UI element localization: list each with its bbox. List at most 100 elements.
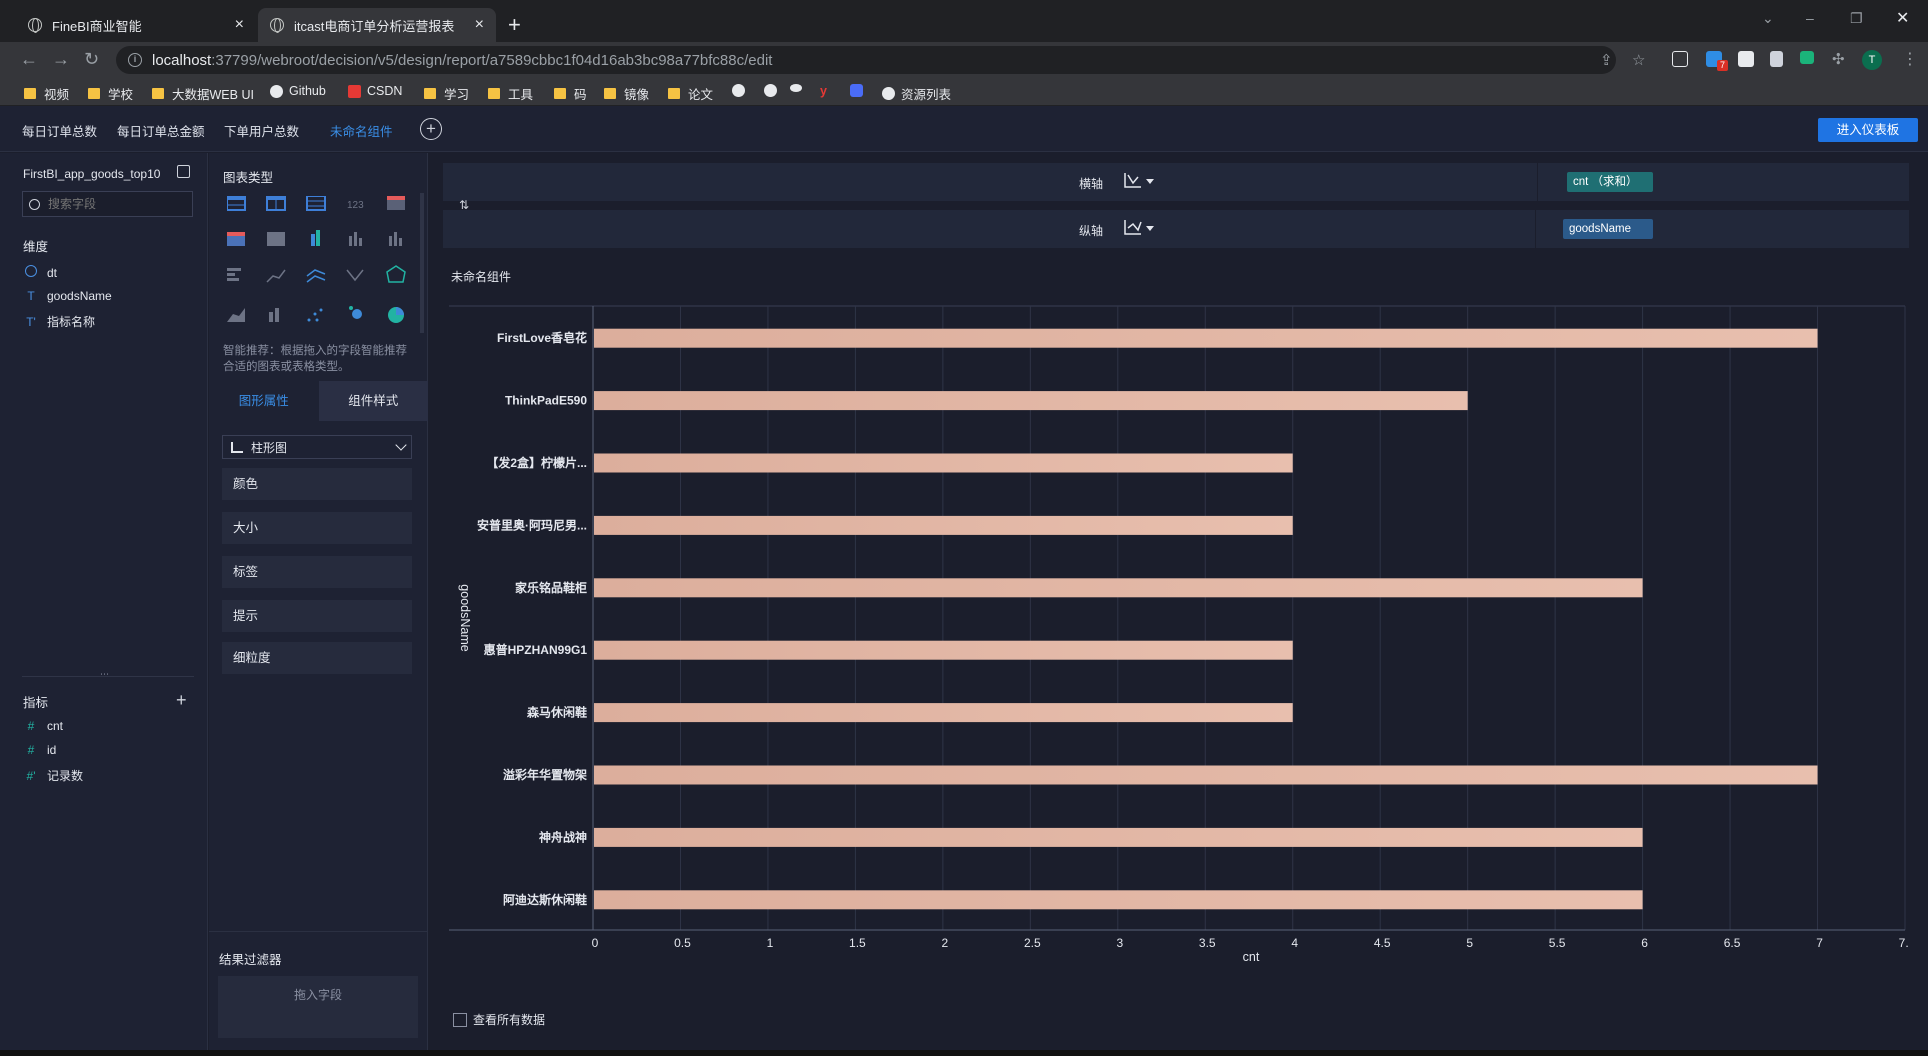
- axis-chart-icon[interactable]: [1123, 171, 1143, 189]
- bookmark-item[interactable]: 大数据WEB UI: [152, 84, 254, 103]
- extension-icon[interactable]: [1770, 51, 1783, 67]
- minimize-icon[interactable]: –: [1806, 10, 1814, 26]
- prop-tooltip[interactable]: 提示: [222, 600, 412, 632]
- kpi-number-icon[interactable]: 123: [347, 200, 364, 211]
- switch-dataset-icon[interactable]: [177, 165, 190, 178]
- bookmark-item[interactable]: 工具: [488, 84, 533, 103]
- bookmark-item[interactable]: CSDN: [348, 84, 402, 98]
- share-icon[interactable]: ⇪: [1600, 51, 1613, 69]
- profile-avatar[interactable]: T: [1862, 50, 1882, 70]
- property-tabs: 图形属性 组件样式: [209, 381, 428, 421]
- measure-field-cnt[interactable]: # cnt: [24, 719, 63, 733]
- bookmark-item[interactable]: 学习: [424, 84, 469, 103]
- line-chart-icon[interactable]: [306, 269, 326, 283]
- prop-label[interactable]: 标签: [222, 556, 412, 588]
- field-search-input[interactable]: [48, 197, 178, 211]
- pie-chart-icon[interactable]: [388, 307, 404, 323]
- tab-unnamed-component[interactable]: 未命名组件: [330, 121, 393, 140]
- yuque-icon[interactable]: y: [820, 84, 827, 98]
- bubble-chart-icon[interactable]: [349, 306, 362, 319]
- x-axis-field-pill[interactable]: cnt （求和）: [1567, 172, 1653, 192]
- stacked-column-icon[interactable]: [269, 308, 279, 322]
- globe-icon[interactable]: [764, 84, 783, 97]
- y-axis-field-pill[interactable]: goodsName: [1563, 219, 1653, 239]
- cloud-icon[interactable]: [790, 84, 808, 92]
- new-tab-button[interactable]: +: [508, 12, 521, 38]
- browser-menu-icon[interactable]: ⋮: [1902, 49, 1918, 69]
- dimension-field-goodsname[interactable]: T goodsName: [24, 289, 111, 303]
- extensions-puzzle-icon[interactable]: ✣: [1832, 50, 1845, 68]
- dimension-field-metric-name[interactable]: T' 指标名称: [24, 313, 95, 330]
- enter-dashboard-button[interactable]: 进入仪表板: [1818, 118, 1918, 142]
- browser-tab-finebi[interactable]: FineBI商业智能 ×: [16, 8, 256, 42]
- caret-down-icon[interactable]: [1146, 179, 1154, 184]
- multi-bar-icon[interactable]: [389, 232, 402, 246]
- resize-handle-icon[interactable]: ⋯: [100, 669, 109, 680]
- extension-icon[interactable]: [1738, 51, 1754, 67]
- add-measure-icon[interactable]: +: [176, 690, 187, 711]
- bookmark-item[interactable]: 资源列表: [882, 84, 951, 103]
- panel-divider: [22, 676, 194, 677]
- tab-order-users[interactable]: 下单用户总数: [224, 121, 299, 140]
- bookmark-star-icon[interactable]: ☆: [1632, 51, 1645, 69]
- tab-daily-orders[interactable]: 每日订单总数: [22, 121, 97, 140]
- google-icon[interactable]: [732, 84, 751, 97]
- bookmark-item[interactable]: 视频: [24, 84, 69, 103]
- csdn-icon: [348, 84, 361, 98]
- measure-field-record-count[interactable]: #' 记录数: [24, 767, 84, 784]
- extension-icon[interactable]: [1672, 51, 1688, 67]
- tab-daily-order-amount[interactable]: 每日订单总金额: [117, 121, 205, 140]
- grouped-bar-icon[interactable]: [311, 230, 320, 246]
- map-table-icon[interactable]: [227, 232, 245, 246]
- bar: [594, 703, 1293, 723]
- text-widget-icon[interactable]: [387, 196, 405, 210]
- bookmark-item[interactable]: 镜像: [604, 84, 649, 103]
- prop-color[interactable]: 颜色: [222, 468, 412, 500]
- tab-graphic-properties[interactable]: 图形属性: [209, 381, 319, 421]
- forward-icon[interactable]: →: [52, 49, 70, 70]
- window-close-icon[interactable]: ✕: [1896, 8, 1909, 28]
- y-axis-row[interactable]: 纵轴 goodsName: [443, 210, 1909, 248]
- image-widget-icon[interactable]: [267, 232, 285, 246]
- x-axis-row[interactable]: 横轴 cnt （求和）: [443, 163, 1909, 201]
- bookmark-item[interactable]: 学校: [88, 84, 133, 103]
- caret-down-icon[interactable]: [1146, 226, 1154, 231]
- restore-icon[interactable]: ❐: [1850, 10, 1863, 27]
- prop-size[interactable]: 大小: [222, 512, 412, 544]
- dimension-field-dt[interactable]: dt: [24, 265, 57, 280]
- prop-granularity[interactable]: 细粒度: [222, 642, 412, 674]
- radar-icon[interactable]: [386, 265, 406, 283]
- chart-type-select[interactable]: 柱形图: [222, 435, 412, 459]
- bookmark-item[interactable]: 码: [554, 84, 587, 103]
- table-icon[interactable]: [226, 195, 246, 211]
- back-icon[interactable]: ←: [20, 49, 38, 70]
- scatter-icon[interactable]: [266, 269, 286, 283]
- bar-chart-icon[interactable]: [349, 232, 362, 246]
- add-component-button[interactable]: +: [420, 118, 442, 140]
- tab-component-style[interactable]: 组件样式: [318, 381, 428, 421]
- baidu-icon[interactable]: [850, 84, 869, 97]
- axis-chart-icon[interactable]: [1123, 218, 1143, 236]
- bookmark-item[interactable]: 论文: [668, 84, 713, 103]
- show-all-data-checkbox[interactable]: 查看所有数据: [453, 1011, 545, 1028]
- reload-icon[interactable]: ↻: [84, 49, 99, 70]
- site-info-icon[interactable]: i: [128, 53, 142, 67]
- horizontal-bar-icon[interactable]: [227, 268, 241, 281]
- range-chart-icon[interactable]: [346, 269, 364, 282]
- detail-table-icon[interactable]: [306, 195, 326, 211]
- chart-type-scrollbar[interactable]: [420, 193, 424, 333]
- browser-tab-itcast[interactable]: itcast电商订单分析运营报表 ×: [258, 8, 496, 42]
- field-search[interactable]: [22, 191, 193, 217]
- close-tab-icon[interactable]: ×: [235, 16, 244, 34]
- measure-field-id[interactable]: # id: [24, 743, 57, 757]
- checkbox-box[interactable]: [453, 1012, 467, 1027]
- extension-icon[interactable]: [1800, 51, 1814, 64]
- close-tab-icon[interactable]: ×: [475, 16, 484, 34]
- filter-drop-zone[interactable]: 拖入字段: [218, 976, 418, 1038]
- dot-chart-icon[interactable]: [307, 308, 323, 322]
- tab-search-chevron-icon[interactable]: ⌄: [1762, 10, 1774, 27]
- crosstable-icon[interactable]: [266, 195, 286, 211]
- bookmark-item[interactable]: Github: [270, 84, 326, 98]
- area-chart-icon[interactable]: [227, 308, 245, 322]
- url-field[interactable]: i localhost :37799/webroot/decision/v5/d…: [116, 46, 1616, 74]
